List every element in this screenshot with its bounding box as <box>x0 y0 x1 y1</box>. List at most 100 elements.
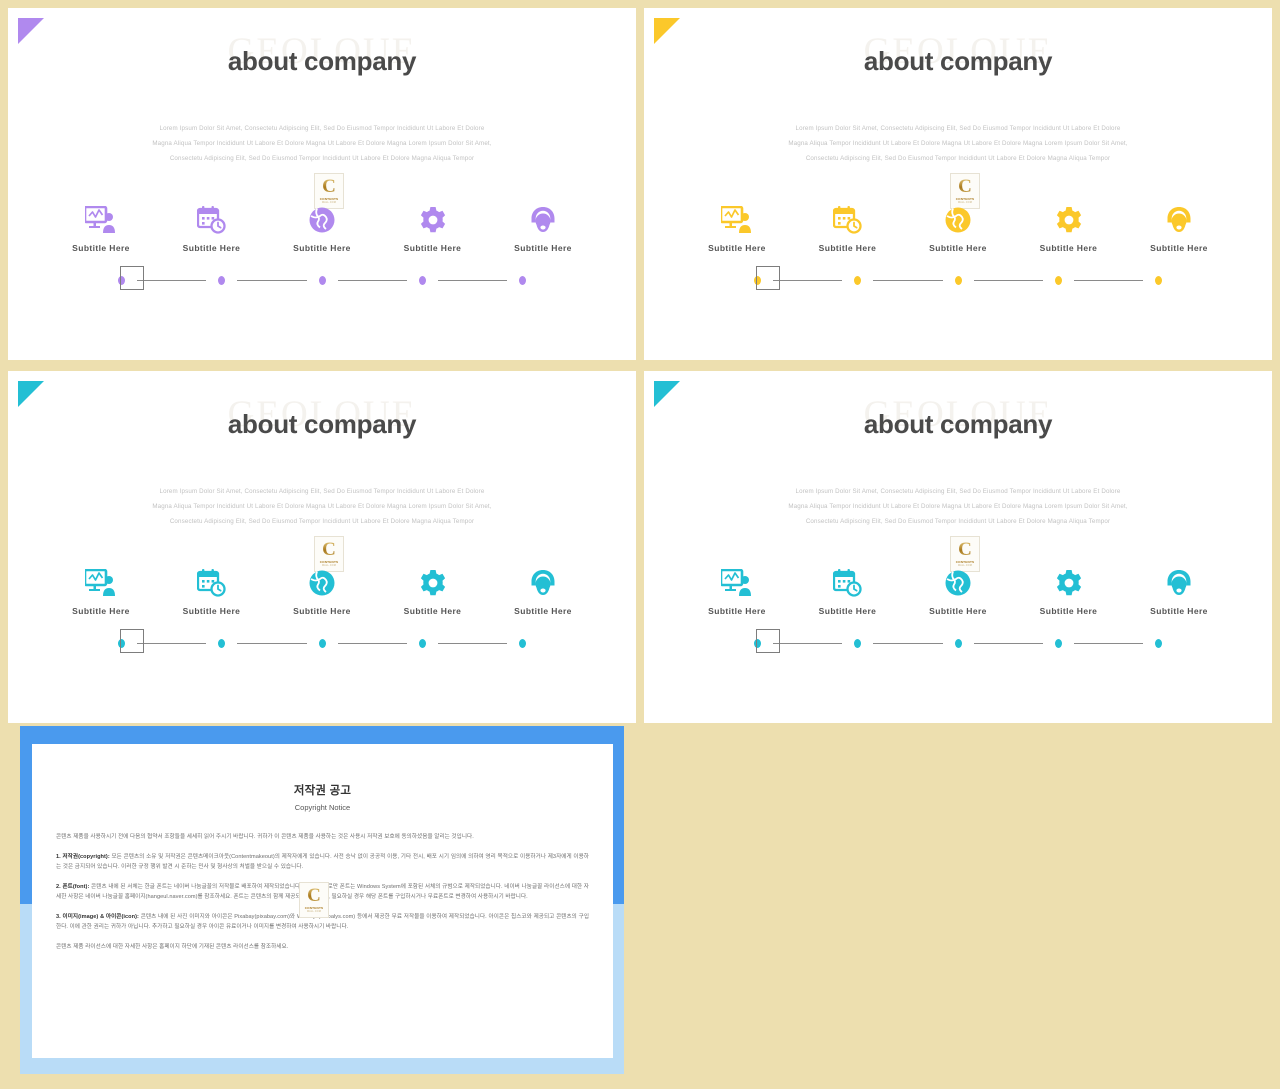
feature-item[interactable]: Subtitle Here <box>682 200 792 253</box>
timeline-selection-box[interactable] <box>756 266 780 290</box>
timeline-node[interactable] <box>1054 276 1062 285</box>
timeline-node[interactable] <box>1155 276 1162 285</box>
timeline-node[interactable] <box>1054 639 1062 648</box>
slide-teal-right[interactable]: GEOLOUE about company Lorem Ipsum Dolor … <box>644 371 1272 723</box>
slide-teal-left[interactable]: GEOLOUE about company Lorem Ipsum Dolor … <box>8 371 636 723</box>
copyright-section-label: 1. 저작권(copyright): <box>56 853 110 860</box>
feature-icon-row: Subtitle Here Subtitle Here Subtitle Her… <box>46 563 598 616</box>
timeline-node[interactable] <box>218 276 226 285</box>
timeline-nav[interactable] <box>754 276 1162 285</box>
feature-item[interactable]: Subtitle Here <box>1124 200 1234 253</box>
timeline-node[interactable] <box>1155 639 1162 648</box>
feature-caption: Subtitle Here <box>514 606 572 616</box>
feature-item[interactable]: Subtitle Here <box>793 200 903 253</box>
logo-letter: C <box>322 539 336 561</box>
timeline-nav[interactable] <box>118 276 526 285</box>
body-line: Magna Aliqua Tempor Incididunt Ut Labore… <box>788 503 1128 510</box>
feature-caption: Subtitle Here <box>1039 243 1098 253</box>
headset-support-icon <box>488 563 598 597</box>
body-copy: Lorem Ipsum Dolor Sit Amet, Consectetu A… <box>68 121 576 166</box>
feature-item[interactable]: Subtitle Here <box>903 200 1013 253</box>
timeline-node[interactable] <box>318 639 326 648</box>
feature-item[interactable]: Subtitle Here <box>793 563 903 616</box>
copyright-heading-ko: 저작권 공고 <box>293 785 352 797</box>
feature-item[interactable]: Subtitle Here <box>1124 563 1234 616</box>
slide-deck-board: GEOLOUE about company Lorem Ipsum Dolor … <box>0 0 1280 1089</box>
timeline-connector <box>773 643 843 644</box>
feature-caption: Subtitle Here <box>818 606 877 616</box>
feature-caption: Subtitle Here <box>818 243 877 253</box>
timeline-connector <box>237 280 307 281</box>
feature-caption: Subtitle Here <box>72 606 130 616</box>
slide-yellow[interactable]: GEOLOUE about company Lorem Ipsum Dolor … <box>644 8 1272 360</box>
timeline-connector <box>773 280 843 281</box>
timeline-node[interactable] <box>218 639 226 648</box>
body-line: Consectetu Adipiscing Elit, Sed Do Eiusm… <box>805 155 1111 162</box>
feature-caption: Subtitle Here <box>929 606 987 616</box>
timeline-selection-box[interactable] <box>756 629 780 653</box>
timeline-node[interactable] <box>318 276 326 285</box>
feature-item[interactable]: Subtitle Here <box>157 200 267 253</box>
page-title: about company <box>227 409 417 439</box>
feature-item[interactable]: Subtitle Here <box>903 563 1013 616</box>
corner-triangle-icon <box>18 18 44 44</box>
timeline-node[interactable] <box>954 639 962 648</box>
copyright-heading-en: Copyright Notice <box>294 803 351 812</box>
body-copy: Lorem Ipsum Dolor Sit Amet, Consectetu A… <box>704 121 1212 166</box>
timeline-node[interactable] <box>519 639 526 648</box>
calendar-clock-icon <box>157 200 267 234</box>
timeline-nav[interactable] <box>118 639 526 648</box>
feature-item[interactable]: Subtitle Here <box>682 563 792 616</box>
calendar-clock-icon <box>793 200 903 234</box>
feature-caption: Subtitle Here <box>293 606 351 616</box>
timeline-node[interactable] <box>418 639 426 648</box>
globe-icon <box>903 200 1013 234</box>
presentation-chart-person-icon <box>682 563 792 597</box>
feature-item[interactable]: Subtitle Here <box>267 563 377 616</box>
timeline-node[interactable] <box>854 639 862 648</box>
timeline-node[interactable] <box>954 276 962 285</box>
feature-item[interactable]: Subtitle Here <box>267 200 377 253</box>
feature-caption: Subtitle Here <box>708 243 766 253</box>
feature-caption: Subtitle Here <box>403 243 462 253</box>
feature-item[interactable]: Subtitle Here <box>488 200 598 253</box>
timeline-selection-box[interactable] <box>120 629 144 653</box>
logo-letter: C <box>958 539 972 561</box>
globe-icon <box>267 563 377 597</box>
feature-item[interactable]: Subtitle Here <box>1014 563 1124 616</box>
timeline-connector <box>1073 280 1143 281</box>
body-line: Consectetu Adipiscing Elit, Sed Do Eiusm… <box>805 518 1111 525</box>
timeline-connector <box>437 280 507 281</box>
page-title: about company <box>227 46 417 76</box>
body-line: Lorem Ipsum Dolor Sit Amet, Consectetu A… <box>159 125 485 132</box>
page-title: about company <box>863 409 1053 439</box>
globe-icon <box>903 563 1013 597</box>
slide-copyright-notice[interactable]: 저작권 공고 Copyright Notice 콘텐츠 제품을 사용하시기 전에… <box>8 726 636 1083</box>
feature-caption: Subtitle Here <box>1150 243 1208 253</box>
feature-caption: Subtitle Here <box>1150 606 1208 616</box>
feature-item[interactable]: Subtitle Here <box>46 563 156 616</box>
body-line: Magna Aliqua Tempor Incididunt Ut Labore… <box>788 140 1128 147</box>
feature-item[interactable]: Subtitle Here <box>488 563 598 616</box>
feature-item[interactable]: Subtitle Here <box>378 200 488 253</box>
timeline-connector <box>437 643 507 644</box>
timeline-node[interactable] <box>854 276 862 285</box>
feature-item[interactable]: Subtitle Here <box>1014 200 1124 253</box>
feature-item[interactable]: Subtitle Here <box>46 200 156 253</box>
slide-purple[interactable]: GEOLOUE about company Lorem Ipsum Dolor … <box>8 8 636 360</box>
timeline-node[interactable] <box>418 276 426 285</box>
timeline-nav[interactable] <box>754 639 1162 648</box>
feature-icon-row: Subtitle Here Subtitle Here Subtitle Her… <box>46 200 598 253</box>
logo-sub2: MALL.COM <box>306 910 322 914</box>
body-line: Consectetu Adipiscing Elit, Sed Do Eiusm… <box>169 518 475 525</box>
feature-caption: Subtitle Here <box>403 606 462 616</box>
timeline-node[interactable] <box>519 276 526 285</box>
timeline-connector <box>137 643 207 644</box>
calendar-clock-icon <box>793 563 903 597</box>
feature-caption: Subtitle Here <box>929 243 987 253</box>
feature-icon-row: Subtitle Here Subtitle Here Subtitle Her… <box>682 200 1234 253</box>
feature-item[interactable]: Subtitle Here <box>378 563 488 616</box>
timeline-selection-box[interactable] <box>120 266 144 290</box>
feature-item[interactable]: Subtitle Here <box>157 563 267 616</box>
corner-triangle-icon <box>18 381 44 407</box>
